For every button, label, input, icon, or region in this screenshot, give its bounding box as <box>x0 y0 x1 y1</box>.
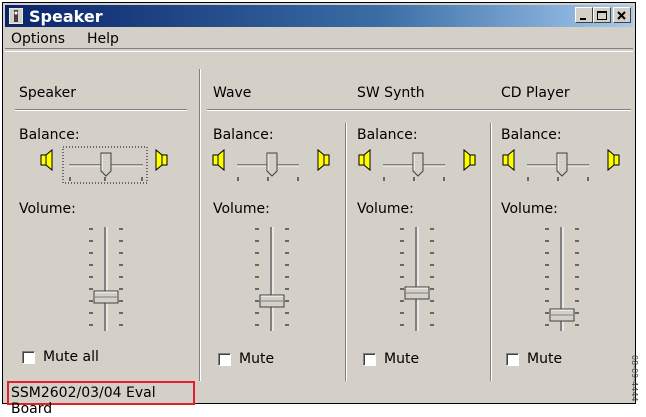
mute-checkbox-sw-synth[interactable] <box>363 353 376 366</box>
mute-checkbox-wave[interactable] <box>218 353 231 366</box>
balance-thumb[interactable] <box>556 152 568 177</box>
channel-header-divider <box>15 109 187 111</box>
volume-thumb[interactable] <box>259 294 285 308</box>
volume-label: Volume: <box>213 201 270 217</box>
window-title: Speaker <box>29 7 103 26</box>
figure-code: 08-09-4444 <box>630 355 639 402</box>
minimize-icon <box>580 18 586 20</box>
speaker-right-icon <box>607 148 620 172</box>
speaker-right-icon <box>463 148 476 172</box>
volume-label: Volume: <box>501 201 558 217</box>
channel-header-divider <box>207 109 631 111</box>
volume-thumb[interactable] <box>404 286 430 300</box>
volume-thumb[interactable] <box>549 308 575 322</box>
close-icon <box>617 11 626 20</box>
speaker-mixer-window: Speaker Options Help Speaker Balance: Vo… <box>2 2 636 417</box>
balance-label: Balance: <box>357 127 418 143</box>
volume-thumb[interactable] <box>93 290 119 304</box>
speaker-left-icon <box>358 148 371 172</box>
speaker-left-icon <box>502 148 515 172</box>
status-text: SSM2602/03/04 Eval Board <box>11 385 156 417</box>
menu-options[interactable]: Options <box>11 31 65 47</box>
maximize-icon <box>597 11 607 20</box>
volume-label: Volume: <box>19 201 76 217</box>
balance-label: Balance: <box>501 127 562 143</box>
speaker-app-icon <box>9 8 23 24</box>
speaker-right-icon <box>155 148 168 172</box>
channel-divider <box>199 69 201 381</box>
menu-help[interactable]: Help <box>87 31 119 47</box>
balance-slider-cd-player[interactable] <box>501 145 631 185</box>
balance-thumb[interactable] <box>266 152 278 177</box>
balance-slider-speaker[interactable] <box>39 145 169 185</box>
menu-divider <box>5 48 633 52</box>
balance-thumb[interactable] <box>100 152 112 177</box>
volume-slider-cd-player[interactable] <box>533 225 593 335</box>
balance-label: Balance: <box>19 127 80 143</box>
status-bar: SSM2602/03/04 Eval Board <box>7 381 195 417</box>
mute-all-label[interactable]: Mute all <box>43 349 99 365</box>
speaker-left-icon <box>212 148 225 172</box>
channel-name-sw-synth: SW Synth <box>357 85 425 101</box>
volume-slider-wave[interactable] <box>243 225 303 335</box>
balance-slider-wave[interactable] <box>211 145 341 185</box>
balance-slider-sw-synth[interactable] <box>357 145 487 185</box>
minimize-button[interactable] <box>575 7 593 23</box>
mute-all-checkbox[interactable] <box>22 351 35 364</box>
mute-label-wave[interactable]: Mute <box>239 351 274 367</box>
channel-name-cd-player: CD Player <box>501 85 570 101</box>
balance-label: Balance: <box>213 127 274 143</box>
volume-label: Volume: <box>357 201 414 217</box>
volume-slider-sw-synth[interactable] <box>388 225 448 335</box>
channel-divider <box>490 123 492 381</box>
channel-divider <box>345 123 347 381</box>
maximize-button[interactable] <box>593 7 611 23</box>
close-button[interactable] <box>613 7 631 23</box>
volume-slider-speaker[interactable] <box>77 225 137 335</box>
speaker-left-icon <box>40 148 53 172</box>
mute-label-sw-synth[interactable]: Mute <box>384 351 419 367</box>
channel-name-speaker: Speaker <box>19 85 76 101</box>
channel-name-wave: Wave <box>213 85 252 101</box>
mute-checkbox-cd-player[interactable] <box>506 353 519 366</box>
mute-label-cd-player[interactable]: Mute <box>527 351 562 367</box>
title-bar[interactable]: Speaker <box>5 5 633 27</box>
balance-thumb[interactable] <box>412 152 424 177</box>
speaker-right-icon <box>317 148 330 172</box>
